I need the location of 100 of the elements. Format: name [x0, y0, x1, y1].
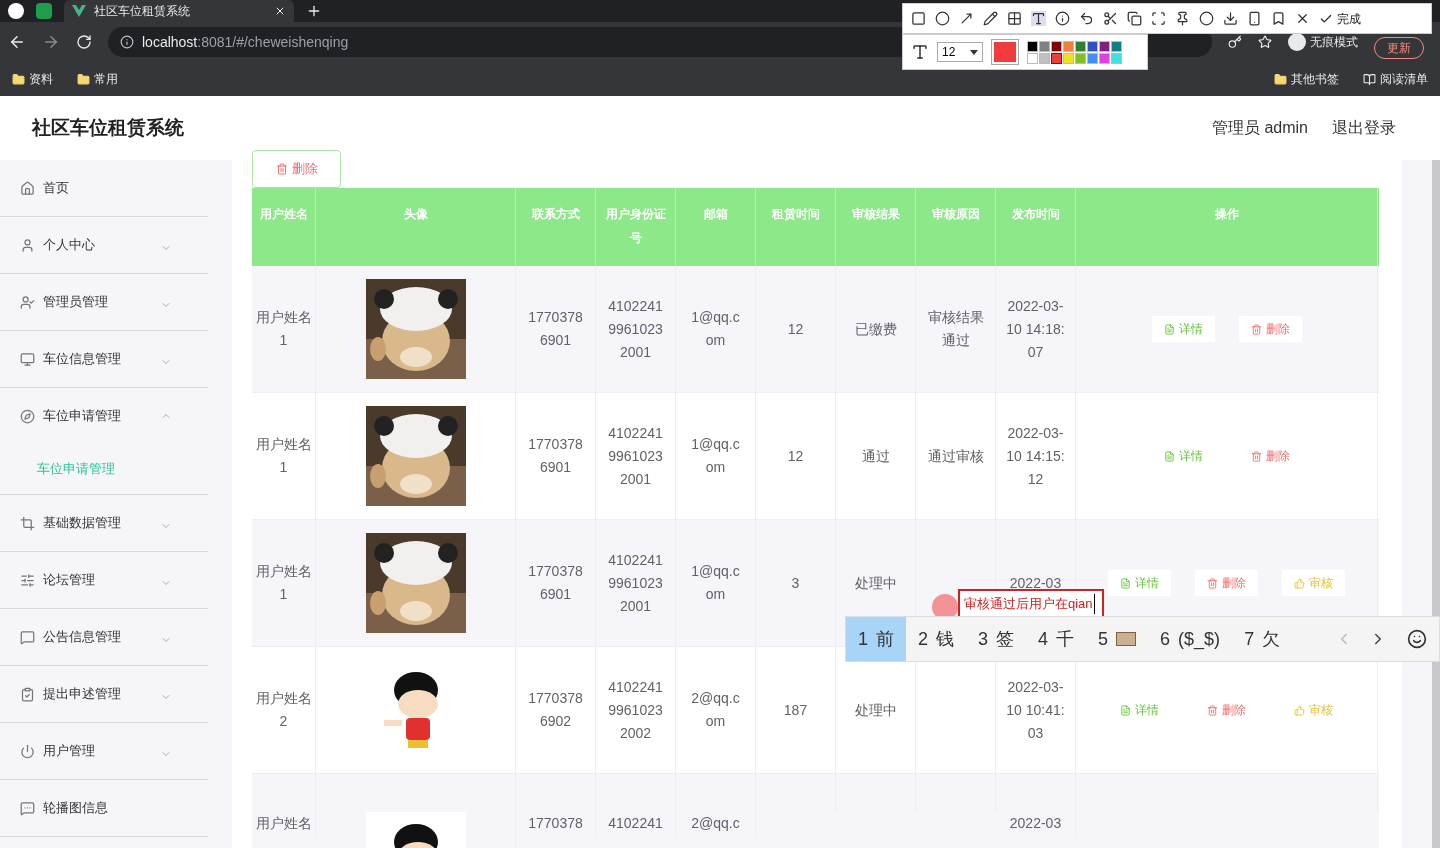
color-swatch[interactable] [1063, 52, 1074, 64]
scan-icon[interactable] [1151, 11, 1166, 26]
menu-icon [20, 237, 35, 253]
menu-icon [20, 629, 35, 645]
sidebar-item[interactable]: 用户管理 [0, 723, 208, 779]
star-icon[interactable] [1258, 35, 1272, 49]
bookmark[interactable]: 其他书签 [1274, 70, 1339, 88]
menu-icon [20, 743, 35, 759]
bookmark-icon[interactable] [1271, 11, 1286, 26]
arrow-icon[interactable] [959, 11, 974, 26]
sidebar-item[interactable]: 个人中心 [0, 217, 208, 273]
phone-icon[interactable] [1247, 11, 1262, 26]
color-swatch[interactable] [1087, 40, 1098, 52]
table-cell-text: 2@qq.com [690, 689, 741, 731]
ime-candidate[interactable]: 1 前 [846, 617, 906, 661]
sidebar-item[interactable]: 管理员管理 [0, 274, 208, 330]
table-cell-text: 12 [787, 319, 804, 339]
scissors-icon[interactable] [1103, 11, 1118, 26]
table-cell-text: 17703786901 [528, 562, 583, 604]
tab-title: 社区车位租赁系统 [94, 3, 191, 20]
reading-list[interactable]: 阅读清单 [1363, 70, 1428, 88]
circle-icon[interactable] [935, 11, 950, 26]
color-swatch[interactable] [1087, 52, 1098, 64]
color-swatch[interactable] [1027, 52, 1038, 64]
table-cell-text: 2022-03-10 14:18:07 [1005, 296, 1066, 362]
sidebar-item[interactable]: 车位申请管理 [0, 388, 208, 444]
ime-candidate[interactable]: 5 [1086, 617, 1149, 661]
bookmark[interactable]: 资料 [12, 70, 53, 88]
color-swatch[interactable] [1051, 40, 1062, 52]
forward-icon[interactable] [42, 33, 60, 51]
table-cell-text: 用户姓名1 [255, 435, 312, 477]
menu-icon [20, 294, 35, 310]
sidebar-item[interactable]: 首页 [0, 160, 208, 216]
color-swatch[interactable] [1075, 52, 1086, 64]
sidebar-item[interactable]: 提出申述管理 [0, 666, 208, 722]
ime-candidate[interactable]: 7 欠 [1232, 617, 1293, 661]
done-button[interactable]: 完成 [1319, 9, 1361, 28]
undo-icon[interactable] [1079, 11, 1094, 26]
annotation-text-box[interactable]: 审核通过后用户在qian [958, 589, 1104, 616]
ime-candidate[interactable]: 3 签 [966, 617, 1027, 661]
sidebar-item[interactable]: 公告信息管理 [0, 609, 208, 665]
color-swatch[interactable] [1099, 52, 1110, 64]
folder-icon [77, 72, 90, 86]
font-size-dropdown[interactable]: 12 [937, 42, 983, 62]
color-swatch[interactable] [1111, 52, 1122, 64]
new-tab-icon[interactable] [306, 3, 322, 19]
table-cell-text: 1@qq.com [690, 308, 741, 350]
table-cell-text: 通过审核 [927, 446, 984, 466]
emoji-icon[interactable] [1407, 629, 1427, 649]
thumbs-up-icon [1294, 704, 1305, 716]
trash-icon [275, 163, 288, 175]
download-icon[interactable] [1223, 11, 1238, 26]
table-cell-text: 已缴费 [854, 319, 897, 339]
text-tool-icon[interactable] [1031, 11, 1046, 26]
reload-icon[interactable] [76, 34, 92, 50]
color-swatch[interactable] [1027, 40, 1038, 52]
square-icon[interactable] [911, 11, 926, 26]
table-cell-text: 用户姓名1 [255, 562, 312, 604]
back-icon[interactable] [8, 33, 26, 51]
logout-link[interactable]: 退出登录 [1332, 116, 1396, 140]
color-swatch[interactable] [1063, 40, 1074, 52]
menu-icon [20, 800, 35, 816]
caret-icon [970, 49, 978, 55]
current-color-swatch[interactable] [991, 39, 1019, 65]
ime-candidate[interactable]: 2 钱 [906, 617, 967, 661]
table-cell-text: 通过 [861, 446, 890, 466]
thumbs-up-icon [1294, 577, 1305, 589]
color-swatch[interactable] [1039, 52, 1050, 64]
table-cell-text: 用户姓名 [255, 814, 312, 833]
close-icon[interactable] [1295, 11, 1310, 26]
pin-icon[interactable] [1175, 11, 1190, 26]
book-icon [1363, 72, 1376, 86]
ime-candidate[interactable]: 4 千 [1026, 617, 1087, 661]
scrollbar[interactable] [1432, 160, 1440, 848]
sidebar-item[interactable]: 轮播图信息 [0, 780, 208, 836]
bookmark[interactable]: 常用 [77, 70, 118, 88]
table-cell-text: 1@qq.com [690, 435, 741, 477]
sidebar-item[interactable]: 基础数据管理 [0, 495, 208, 551]
ime-candidate[interactable]: 6 ($_$) [1148, 617, 1233, 661]
table-cell-text: 2022-03-10 14:15:12 [1005, 423, 1066, 489]
user-name: 管理员 admin [1211, 118, 1308, 138]
color-swatch[interactable] [1051, 52, 1062, 64]
copy-icon[interactable] [1127, 11, 1142, 26]
key-icon[interactable] [1228, 35, 1242, 49]
trash-icon [1250, 323, 1262, 335]
info-icon[interactable] [120, 35, 134, 49]
folder-icon [1274, 72, 1287, 86]
color-swatch[interactable] [1111, 40, 1122, 52]
incognito-label: 无痕模式 [1310, 34, 1358, 51]
menu-icon [20, 408, 35, 424]
close-icon[interactable] [274, 5, 286, 17]
color-swatch[interactable] [1039, 40, 1050, 52]
color-swatch[interactable] [1099, 40, 1110, 52]
browser-tab[interactable]: 社区车位租赁系统 [64, 0, 294, 22]
table-cell-text: 3 [791, 573, 800, 593]
sidebar-item[interactable]: 车位信息管理 [0, 331, 208, 387]
color-swatch[interactable] [1075, 40, 1086, 52]
menu-icon [20, 572, 35, 588]
pencil-icon[interactable] [983, 11, 998, 26]
sidebar-item[interactable]: 论坛管理 [0, 552, 208, 608]
